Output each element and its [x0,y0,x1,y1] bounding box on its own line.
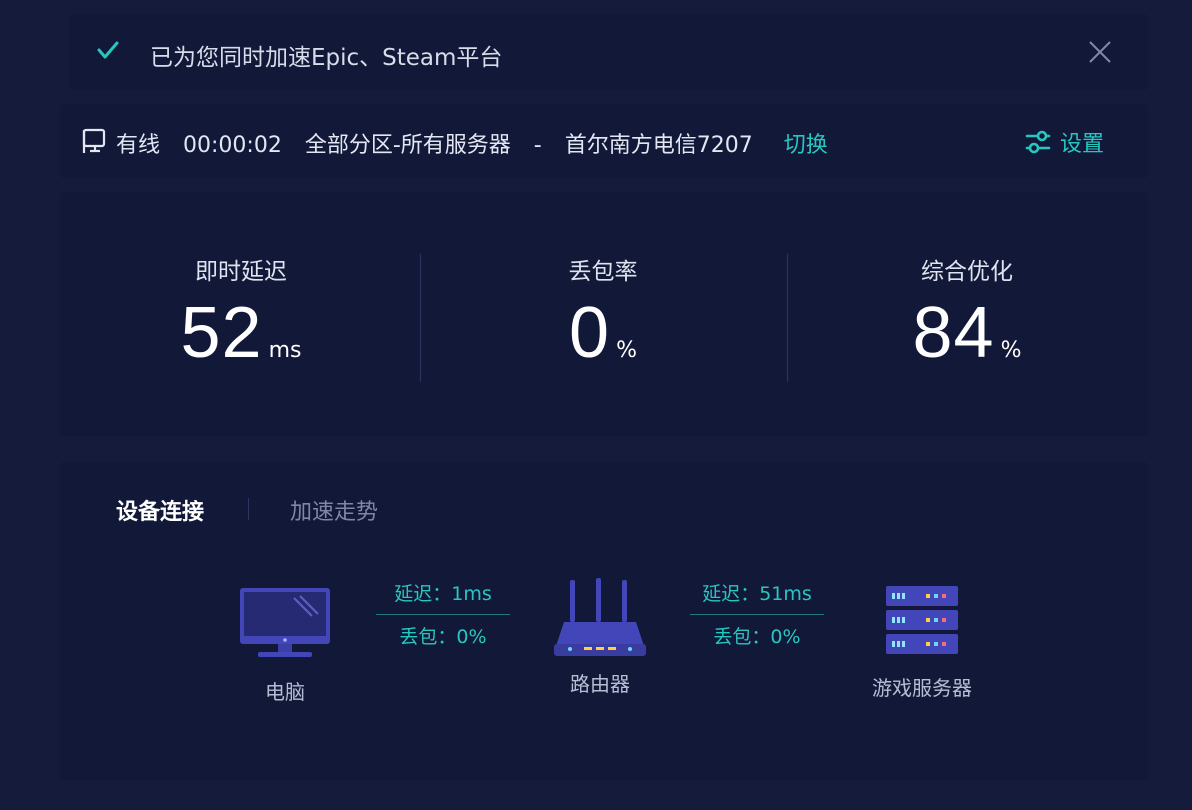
server-rack-icon [886,586,958,654]
tab-divider [248,498,249,520]
latency-label: 即时延迟 [195,259,287,285]
packet-loss-label: 丢包率 [568,259,638,285]
region-separator: - [533,133,542,158]
metrics-panel: 即时延迟 52 ms 丢包率 0% 综合优化 84% [60,192,1148,436]
device-pc-label: 电脑 [265,680,305,704]
link-packet-loss: 丢包：0% [399,626,487,648]
server-name: 首尔南方电信7207 [564,133,753,158]
metric-divider [420,254,421,382]
acceleration-banner: 已为您同时加速Epic、Steam平台 [70,14,1148,90]
device-server-label: 游戏服务器 [872,676,972,700]
link-latency: 延迟：51ms [702,583,812,605]
link-divider [376,614,510,615]
check-icon [97,41,119,59]
link-pc-router: 延迟：1ms 丢包：0% [376,580,510,651]
settings-button[interactable]: 设置 [1024,126,1104,158]
optimization-metric: 综合优化 84% [786,192,1148,436]
latency-value: 52 [180,293,263,373]
tab-device-connection[interactable]: 设备连接 [116,494,204,526]
banner-message: 已为您同时加速Epic、Steam平台 [150,45,503,71]
connection-status-bar: 有线 00:00:02 全部分区-所有服务器 - 首尔南方电信7207 切换 设… [60,104,1148,178]
link-router-server: 延迟：51ms 丢包：0% [690,580,824,651]
packet-loss-metric: 丢包率 0% [422,192,784,436]
connection-type: 有线 [116,133,161,158]
tab-acceleration-trend[interactable]: 加速走势 [290,494,378,526]
wired-network-icon [82,128,106,153]
device-router-label: 路由器 [570,672,630,696]
optimization-label: 综合优化 [921,259,1013,285]
switch-server-link[interactable]: 切换 [784,127,828,159]
latency-unit: ms [268,338,302,363]
computer-icon [240,588,330,657]
link-packet-loss: 丢包：0% [713,626,801,648]
settings-sliders-icon [1025,130,1051,154]
close-icon[interactable] [1086,38,1114,66]
elapsed-time: 00:00:02 [183,133,282,158]
server-region: 全部分区-所有服务器 [304,133,511,158]
link-divider [690,614,824,615]
packet-loss-value: 0 [569,293,611,373]
device-pc: 电脑 [232,586,338,705]
optimization-value: 84 [912,293,995,373]
optimization-unit: % [1000,338,1022,363]
device-game-server: 游戏服务器 [860,584,984,701]
link-latency: 延迟：1ms [394,583,492,605]
latency-metric: 即时延迟 52 ms [60,192,422,436]
router-icon [554,578,646,656]
device-router: 路由器 [550,578,650,697]
packet-loss-unit: % [616,338,637,363]
device-connection-panel: 设备连接 加速走势 电脑 延迟：1ms 丢包：0% 路由器 延迟：51ms 丢包… [60,462,1148,780]
settings-label: 设置 [1059,132,1104,157]
